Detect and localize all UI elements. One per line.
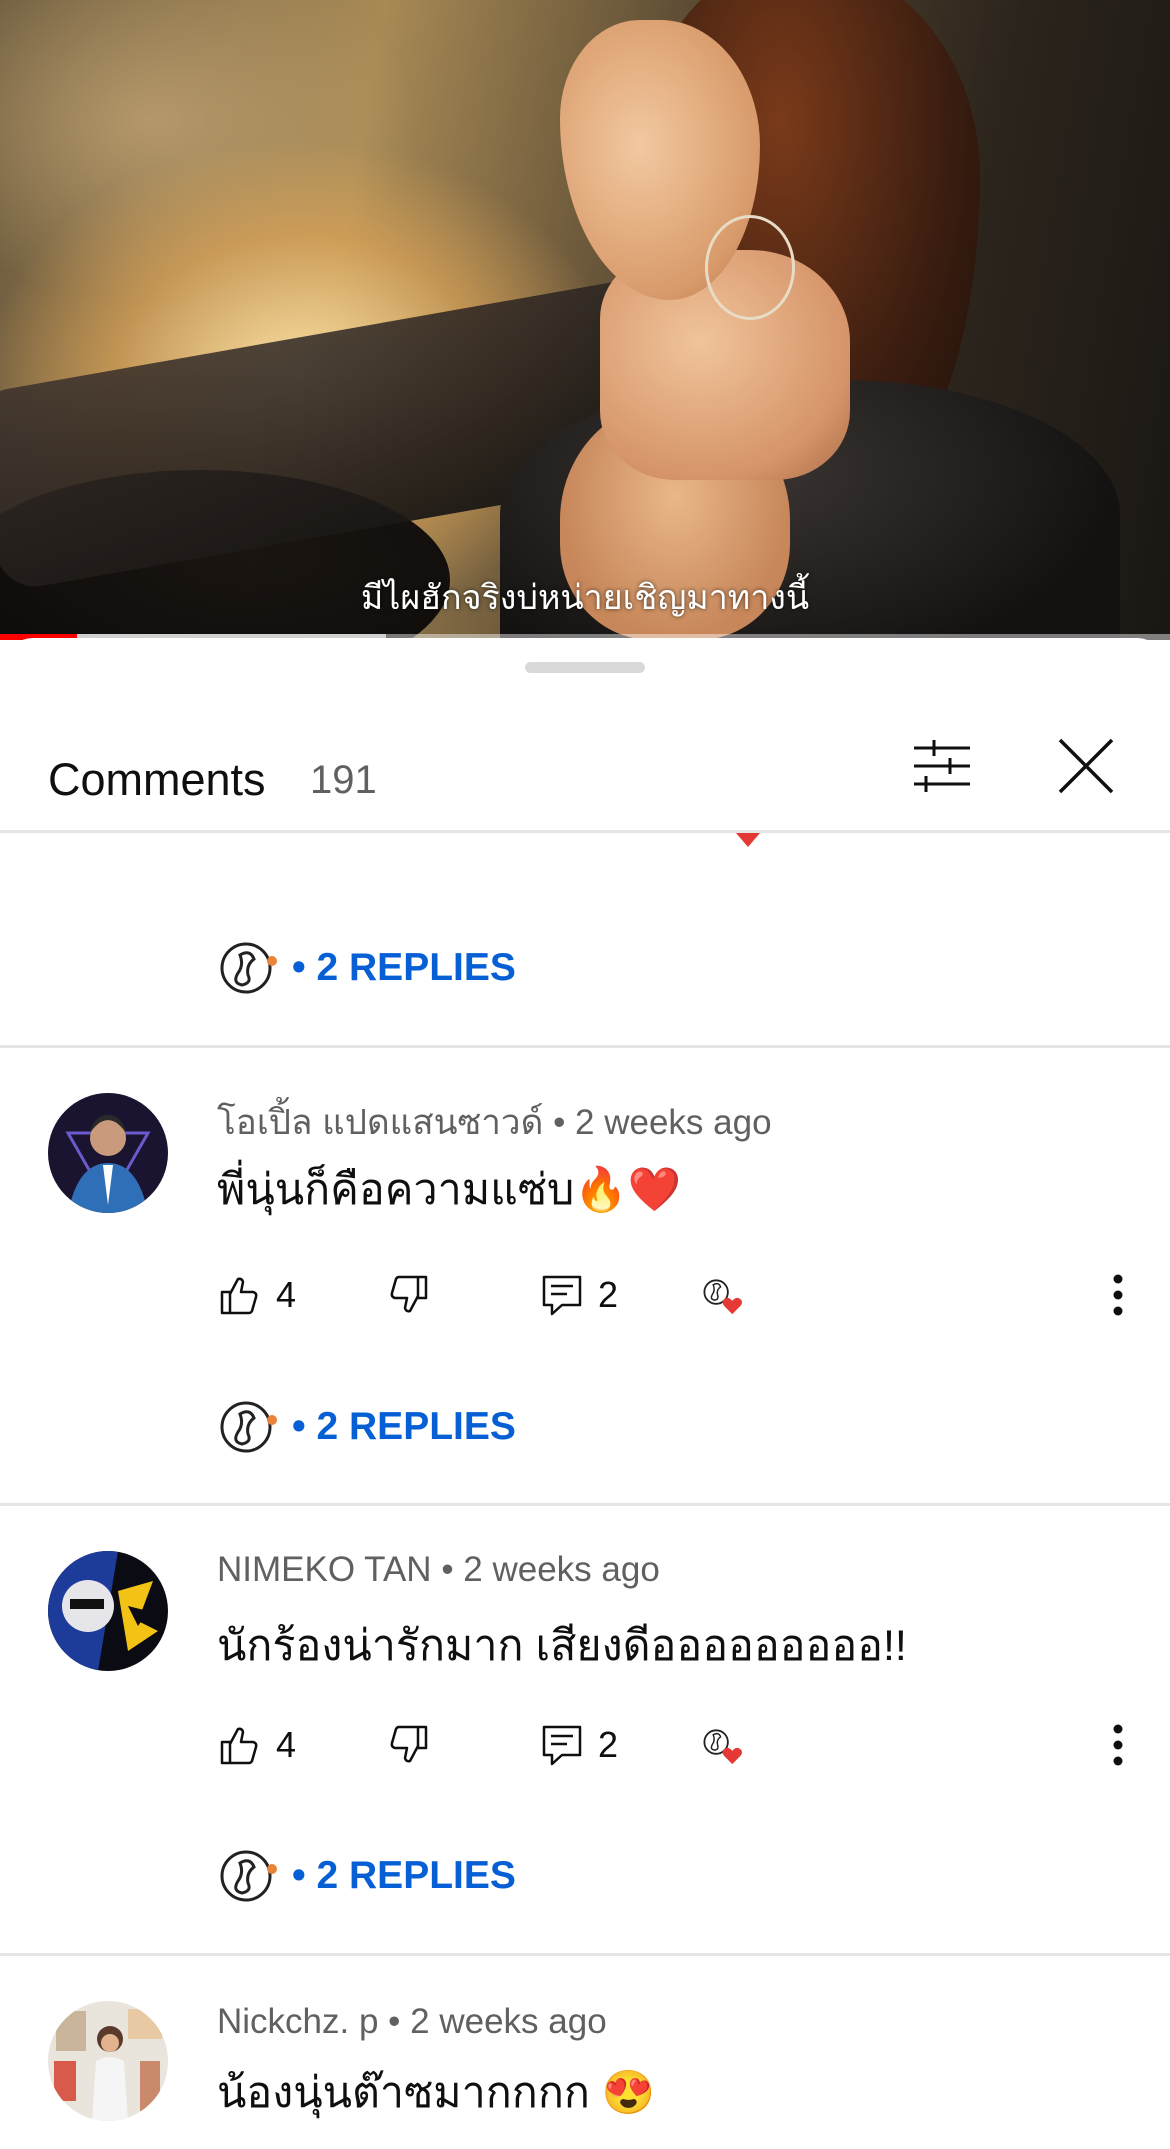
more-options-button[interactable] <box>1098 1715 1138 1775</box>
dislike-button[interactable] <box>386 1265 430 1325</box>
comment-time: • 2 weeks ago <box>553 1103 772 1142</box>
creator-heart-icon <box>703 1729 742 1765</box>
thumbs-up-icon <box>220 1277 258 1315</box>
creator-avatar-icon <box>220 1401 277 1453</box>
reply-icon <box>542 1275 582 1316</box>
avatar[interactable] <box>48 2001 168 2121</box>
video-frame-earring <box>705 215 795 320</box>
comment-text: น้องนุ่นต๊าซมากกกก 😍 <box>217 2069 656 2117</box>
thumbs-down-icon <box>390 1725 428 1763</box>
like-count: 4 <box>276 1724 297 1765</box>
comment-meta: NIMEKO TAN • 2 weeks ago <box>217 1550 660 1590</box>
video-player[interactable]: มีไผฮักจริงบ่หน่ายเชิญมาทางนี้ <box>0 0 1170 640</box>
creator-avatar-icon <box>220 942 277 994</box>
comment-meta: Nickchz. p • 2 weeks ago <box>217 2002 607 2042</box>
drag-handle[interactable] <box>525 662 645 673</box>
comment-author[interactable]: โอเปิ้ล แปดแสนซาวด์ <box>217 1103 543 1142</box>
thumbs-up-icon <box>220 1727 258 1765</box>
divider <box>0 1953 1170 1956</box>
sliders-icon <box>914 740 970 792</box>
comments-sheet: Comments 191 • 2 REPLIES โอเปิ้ล แปดแสนซ… <box>0 638 1170 2147</box>
comment-time: • 2 weeks ago <box>441 1550 660 1589</box>
divider <box>0 1045 1170 1048</box>
view-replies-button[interactable]: • 2 REPLIES <box>218 1397 516 1457</box>
reply-count: 2 <box>598 1274 619 1315</box>
comment-text: นักร้องน่ารักมาก เสียงดีอออออออออ!! <box>217 1622 907 1670</box>
heart-icon <box>736 833 760 847</box>
avatar[interactable] <box>48 1093 168 1213</box>
comment-author[interactable]: NIMEKO TAN <box>217 1550 432 1589</box>
creator-avatar-icon <box>220 1850 277 1902</box>
comments-title: Comments <box>48 754 266 805</box>
replies-label: • 2 REPLIES <box>292 1405 516 1448</box>
comment-author[interactable]: Nickchz. p <box>217 2002 378 2041</box>
replies-label: • 2 REPLIES <box>292 946 516 989</box>
replies-label: • 2 REPLIES <box>292 1854 516 1897</box>
reply-button[interactable]: 2 <box>540 1265 618 1325</box>
thumbs-down-icon <box>390 1275 428 1313</box>
comments-header: Comments 191 <box>0 698 1170 833</box>
video-subtitle: มีไผฮักจริงบ่หน่ายเชิญมาทางนี้ <box>360 578 810 618</box>
creator-heart <box>700 1715 744 1775</box>
avatar-image <box>48 1551 168 1671</box>
comments-count: 191 <box>310 758 377 802</box>
comment-actions: 4 2 <box>0 1265 1170 1325</box>
more-vert-icon <box>1113 1724 1123 1766</box>
comment-text: พี่นุ่นก็คือความแซ่บ🔥❤️ <box>217 1166 682 1214</box>
more-vert-icon <box>1113 1274 1123 1316</box>
reply-button[interactable]: 2 <box>540 1715 618 1775</box>
close-icon <box>1058 738 1114 794</box>
avatar[interactable] <box>48 1551 168 1671</box>
like-button[interactable]: 4 <box>218 1265 296 1325</box>
avatar-image <box>48 2001 168 2121</box>
comment-time: • 2 weeks ago <box>388 2002 607 2041</box>
divider <box>0 1503 1170 1506</box>
view-replies-button[interactable]: • 2 REPLIES <box>218 938 516 998</box>
reply-count: 2 <box>598 1724 619 1765</box>
avatar-image <box>48 1093 168 1213</box>
comment-meta: โอเปิ้ล แปดแสนซาวด์ • 2 weeks ago <box>217 1095 772 1150</box>
creator-heart-icon <box>703 1279 742 1315</box>
sort-filter-button[interactable] <box>912 736 972 796</box>
creator-heart <box>700 1265 744 1325</box>
close-button[interactable] <box>1056 736 1116 796</box>
like-count: 4 <box>276 1274 297 1315</box>
like-button[interactable]: 4 <box>218 1715 296 1775</box>
more-options-button[interactable] <box>1098 1265 1138 1325</box>
reply-icon <box>542 1725 582 1766</box>
dislike-button[interactable] <box>386 1715 430 1775</box>
view-replies-button[interactable]: • 2 REPLIES <box>218 1846 516 1906</box>
comment-actions: 4 2 <box>0 1715 1170 1775</box>
